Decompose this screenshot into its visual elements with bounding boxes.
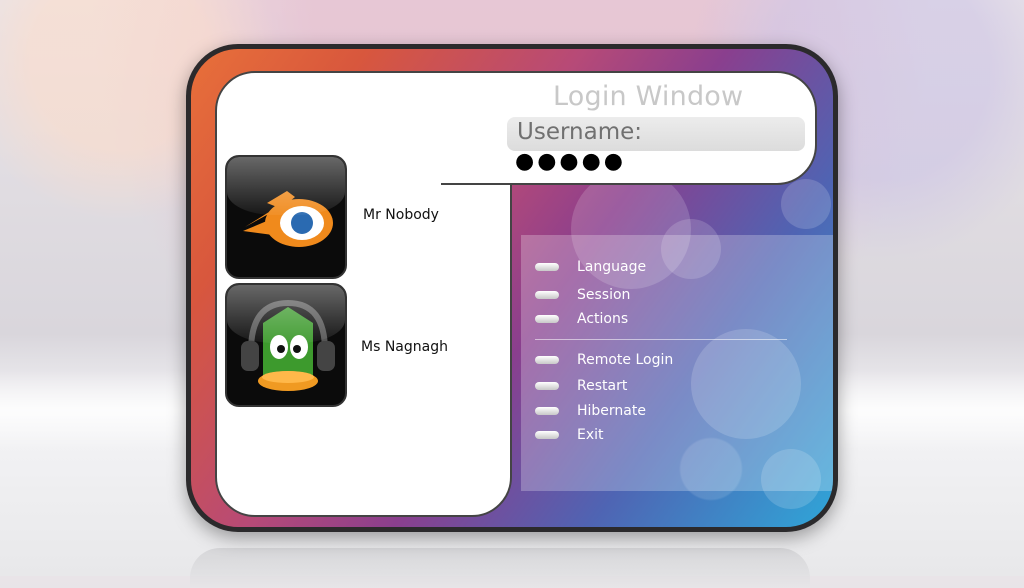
login-title: Login Window (553, 81, 744, 112)
menu-item-label: Restart (577, 378, 628, 394)
menu-item-label: Exit (577, 427, 604, 443)
pill-icon (535, 407, 559, 415)
menu-item-actions[interactable]: Actions (535, 311, 628, 327)
blender-icon (243, 191, 333, 247)
menu-item-label: Language (577, 259, 647, 275)
menu-item-language[interactable]: Language (535, 259, 646, 275)
user-name-mr-nobody[interactable]: Mr Nobody (363, 207, 439, 223)
login-window: Login Window Username: ●●●●● Mr Nobody M… (186, 44, 838, 532)
decor-bubble (781, 179, 831, 229)
username-field[interactable]: Username: (507, 117, 805, 151)
menu-item-restart[interactable]: Restart (535, 378, 627, 394)
duck-headphones-icon (241, 299, 335, 391)
menu-divider (535, 339, 787, 340)
pill-icon (535, 263, 559, 271)
password-field[interactable]: ●●●●● (515, 149, 626, 174)
menu-item-remote-login[interactable]: Remote Login (535, 352, 673, 368)
pill-icon (535, 291, 559, 299)
user-card-ms-nagnagh[interactable] (225, 283, 347, 407)
username-label: Username: (517, 119, 642, 145)
menu-item-hibernate[interactable]: Hibernate (535, 403, 646, 419)
menu-item-label: Remote Login (577, 352, 674, 368)
menu-item-session[interactable]: Session (535, 287, 630, 303)
user-name-ms-nagnagh[interactable]: Ms Nagnagh (361, 339, 448, 355)
pill-icon (535, 356, 559, 364)
menu-item-label: Actions (577, 311, 629, 327)
pill-icon (535, 315, 559, 323)
pill-icon (535, 431, 559, 439)
pill-icon (535, 382, 559, 390)
menu-item-exit[interactable]: Exit (535, 427, 604, 443)
session-menu-panel: Language Session Actions Remote Login Re… (521, 235, 833, 491)
menu-item-label: Session (577, 287, 631, 303)
window-reflection (190, 548, 810, 588)
menu-item-label: Hibernate (577, 403, 646, 419)
user-card-mr-nobody[interactable] (225, 155, 347, 279)
